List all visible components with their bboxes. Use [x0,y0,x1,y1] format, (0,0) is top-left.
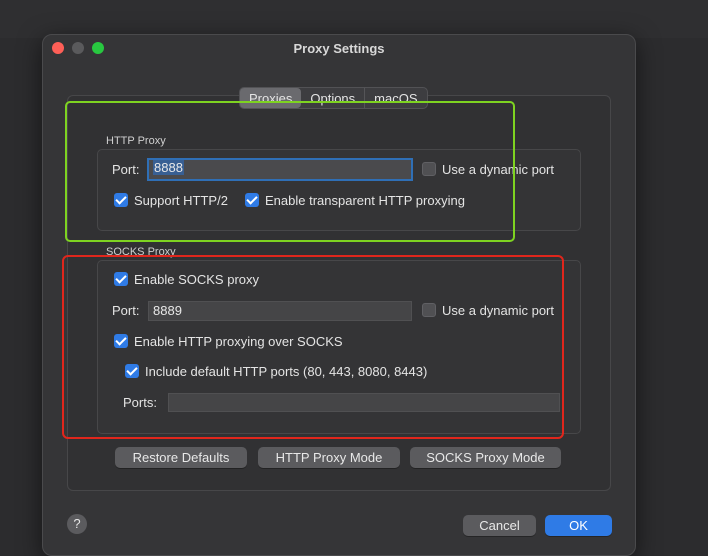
desktop-background [0,0,708,38]
ok-button[interactable]: OK [545,515,612,536]
window-title: Proxy Settings [293,41,385,56]
http-proxy-mode-button[interactable]: HTTP Proxy Mode [258,447,400,468]
cancel-button[interactable]: Cancel [463,515,536,536]
help-button[interactable]: ? [67,514,87,534]
restore-defaults-button[interactable]: Restore Defaults [115,447,247,468]
title-bar: Proxy Settings [43,35,635,63]
red-highlight-box [62,255,564,439]
green-highlight-box [65,101,515,242]
socks-proxy-mode-button[interactable]: SOCKS Proxy Mode [410,447,561,468]
